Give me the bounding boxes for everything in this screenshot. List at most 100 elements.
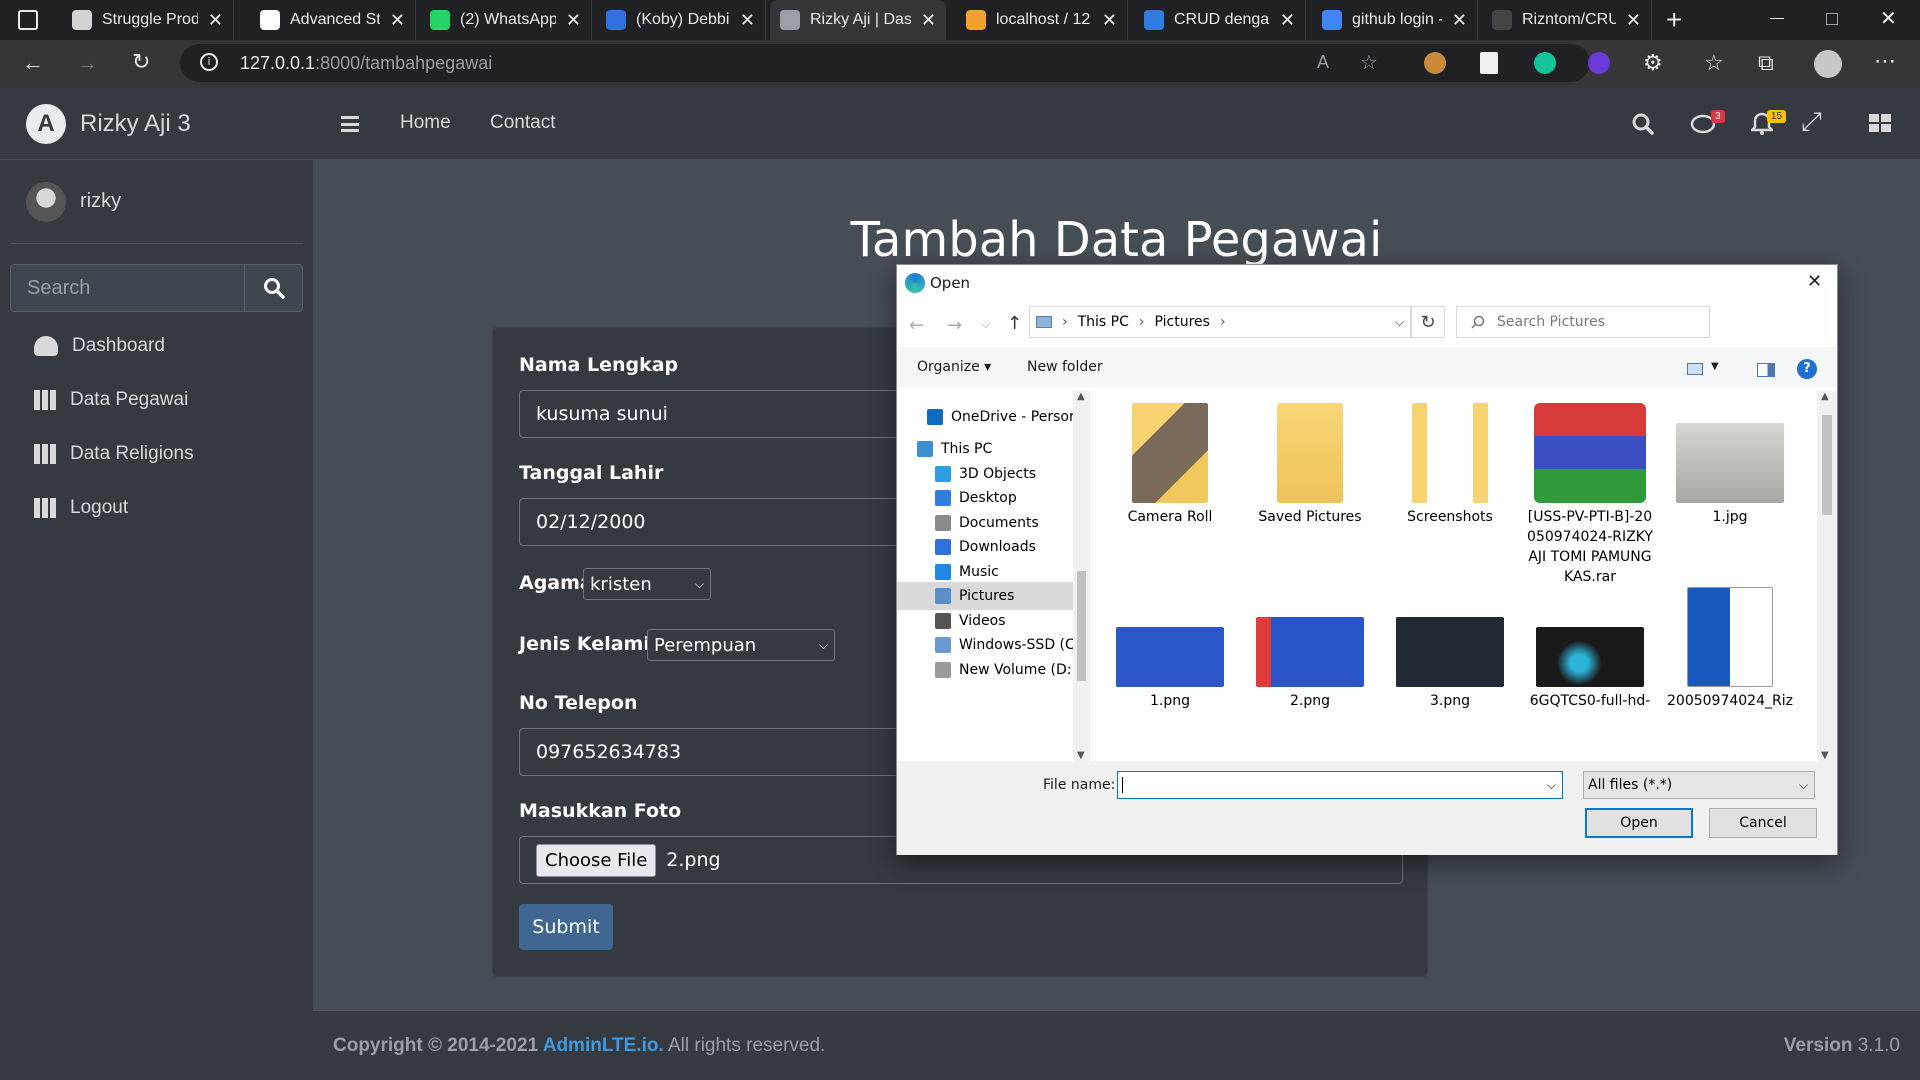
new-folder-button[interactable]: New folder — [1027, 359, 1103, 375]
browser-tab[interactable]: github login - ✕ — [1312, 0, 1478, 40]
view-options-icon[interactable] — [1687, 363, 1703, 375]
up-icon[interactable]: ↑ — [1007, 313, 1022, 334]
sidebar-item[interactable]: Data Religions — [34, 434, 194, 474]
file-item[interactable]: 3.png — [1385, 587, 1515, 711]
breadcrumb-pictures[interactable]: Pictures — [1155, 314, 1210, 330]
open-button[interactable]: Open — [1585, 808, 1693, 838]
refresh-button[interactable]: ↻ — [1411, 306, 1445, 338]
sidebar-item[interactable]: Logout — [34, 488, 128, 528]
extensions-icon[interactable]: ⚙ — [1643, 50, 1663, 76]
jk-select[interactable]: Perempuan ⌵ — [647, 629, 835, 661]
favorite-add-icon[interactable]: ☆ — [1360, 50, 1378, 75]
browser-tab[interactable]: localhost / 12 ✕ — [956, 0, 1128, 40]
breadcrumb[interactable]: › This PC › Pictures › ⌵ — [1029, 306, 1411, 338]
preview-pane-icon[interactable] — [1757, 363, 1775, 377]
site-info-icon[interactable]: i — [200, 53, 218, 71]
nav-tree-item[interactable]: OneDrive - Person — [927, 403, 1073, 431]
browser-tab[interactable]: Rizky Aji | Das ✕ — [770, 0, 946, 40]
tab-close-icon[interactable]: ✕ — [1280, 10, 1295, 31]
nav-tree-item[interactable]: New Volume (D: — [935, 656, 1073, 684]
tab-close-icon[interactable]: ✕ — [208, 10, 223, 31]
read-aloud-icon[interactable]: A — [1317, 52, 1329, 73]
browser-tab[interactable]: Rizntom/CRU ✕ — [1482, 0, 1652, 40]
file-item[interactable]: Camera Roll — [1105, 403, 1235, 527]
nav-tree-item[interactable]: Pictures — [897, 582, 1073, 610]
cancel-button[interactable]: Cancel — [1709, 808, 1817, 838]
tab-close-icon[interactable]: ✕ — [1452, 10, 1467, 31]
breadcrumb-this-pc[interactable]: This PC — [1078, 314, 1129, 330]
agama-select[interactable]: kristen ⌵ — [583, 568, 711, 600]
bookmark-extension-icon[interactable] — [1480, 52, 1498, 74]
tab-close-icon[interactable]: ✕ — [1626, 10, 1641, 31]
sidebar-item[interactable]: Dashboard — [34, 326, 165, 366]
tab-close-icon[interactable]: ✕ — [921, 10, 936, 31]
browser-tab[interactable]: CRUD dengan ✕ — [1134, 0, 1306, 40]
file-item[interactable]: 2.png — [1245, 587, 1375, 711]
minimize-button[interactable] — [1770, 18, 1784, 19]
restore-button[interactable] — [1826, 13, 1838, 25]
file-item[interactable]: Saved Pictures — [1245, 403, 1375, 527]
nav-link-home[interactable]: Home — [400, 112, 451, 134]
tab-actions-icon[interactable] — [18, 10, 38, 30]
nav-tree-item[interactable]: Downloads — [935, 533, 1073, 561]
browser-tab[interactable]: (Koby) Debbie ✕ — [596, 0, 766, 40]
nav-tree-item[interactable]: Windows-SSD (C — [935, 631, 1073, 659]
file-type-select[interactable]: All files (*.*) ⌵ — [1583, 771, 1815, 799]
chevron-down-icon[interactable]: ⌵ — [1547, 778, 1556, 793]
fullscreen-icon[interactable]: ⤢ — [1801, 106, 1822, 138]
browser-tab[interactable]: (2) WhatsApp ✕ — [420, 0, 592, 40]
organize-button[interactable]: Organize ▾ — [917, 359, 991, 375]
submit-button[interactable]: Submit — [519, 904, 613, 950]
browser-tab[interactable]: Struggle Prod ✕ — [62, 0, 234, 40]
tab-close-icon[interactable]: ✕ — [390, 10, 405, 31]
collections-icon[interactable]: ⧉ — [1758, 50, 1774, 76]
file-item[interactable]: Screenshots — [1385, 403, 1515, 527]
back-icon[interactable]: ← — [909, 315, 924, 336]
tab-close-icon[interactable]: ✕ — [566, 10, 581, 31]
forward-icon[interactable]: → — [947, 315, 962, 336]
nav-link-contact[interactable]: Contact — [490, 112, 555, 134]
sidebar-search-button[interactable] — [245, 264, 303, 312]
file-item[interactable]: [USS-PV-PTI-B]-20050974024-RIZKY AJI TOM… — [1525, 403, 1655, 587]
file-name-input[interactable]: ⌵ — [1117, 771, 1563, 799]
address-field[interactable]: i 127.0.0.1:8000/tambahpegawai A ☆ — [180, 44, 1590, 82]
close-icon[interactable]: ✕ — [1807, 271, 1822, 292]
profile-avatar[interactable] — [1814, 50, 1842, 78]
tab-close-icon[interactable]: ✕ — [740, 10, 755, 31]
cookie-extension-icon[interactable] — [1424, 52, 1446, 74]
forward-icon[interactable]: → — [76, 50, 98, 76]
nav-tree-item[interactable]: Desktop — [935, 484, 1073, 512]
reload-icon[interactable]: ↻ — [132, 49, 150, 75]
browser-tab[interactable]: Advanced Stru ✕ — [250, 0, 416, 40]
adminlte-link[interactable]: AdminLTE.io. — [543, 1035, 664, 1056]
back-icon[interactable]: ← — [22, 50, 44, 76]
brand-link[interactable]: A Rizky Aji 3 — [0, 88, 313, 160]
nav-tree-item[interactable]: This PC — [917, 435, 1073, 463]
chevron-down-icon[interactable]: ⌵ — [1395, 315, 1404, 330]
close-window-button[interactable]: ✕ — [1880, 6, 1897, 31]
help-icon[interactable]: ? — [1797, 359, 1817, 379]
control-sidebar-icon[interactable] — [1869, 114, 1891, 132]
file-item[interactable]: 20050974024_Riz — [1665, 587, 1795, 711]
hamburger-icon[interactable] — [341, 116, 359, 132]
nav-pane-scrollbar[interactable]: ▲ ▼ — [1073, 391, 1090, 761]
more-menu-icon[interactable]: ⋯ — [1874, 48, 1896, 74]
search-icon[interactable] — [1631, 112, 1655, 136]
file-list-scrollbar[interactable]: ▲ ▼ — [1817, 391, 1837, 761]
user-panel[interactable]: rizky — [10, 160, 303, 244]
dialog-search-input[interactable]: Search Pictures — [1456, 306, 1710, 338]
file-item[interactable]: 6GQTCS0-full-hd- — [1525, 587, 1655, 711]
file-item[interactable]: 1.jpg — [1665, 403, 1795, 527]
tab-close-icon[interactable]: ✕ — [1102, 10, 1117, 31]
grammarly-icon[interactable] — [1534, 52, 1556, 74]
sidebar-search-input[interactable]: Search — [10, 264, 245, 312]
choose-file-button[interactable]: Choose File — [536, 843, 657, 877]
sidebar-item[interactable]: Data Pegawai — [34, 380, 188, 420]
favorites-icon[interactable]: ☆ — [1704, 50, 1724, 76]
download-extension-icon[interactable] — [1588, 52, 1610, 74]
recent-chevron-icon[interactable]: ⌵ — [981, 317, 990, 332]
new-tab-button[interactable]: + — [1666, 4, 1682, 36]
chevron-down-icon[interactable]: ▼ — [1711, 361, 1719, 372]
file-item[interactable]: 1.png — [1105, 587, 1235, 711]
copyright: Copyright © 2014-2021 AdminLTE.io. All r… — [333, 1035, 825, 1057]
